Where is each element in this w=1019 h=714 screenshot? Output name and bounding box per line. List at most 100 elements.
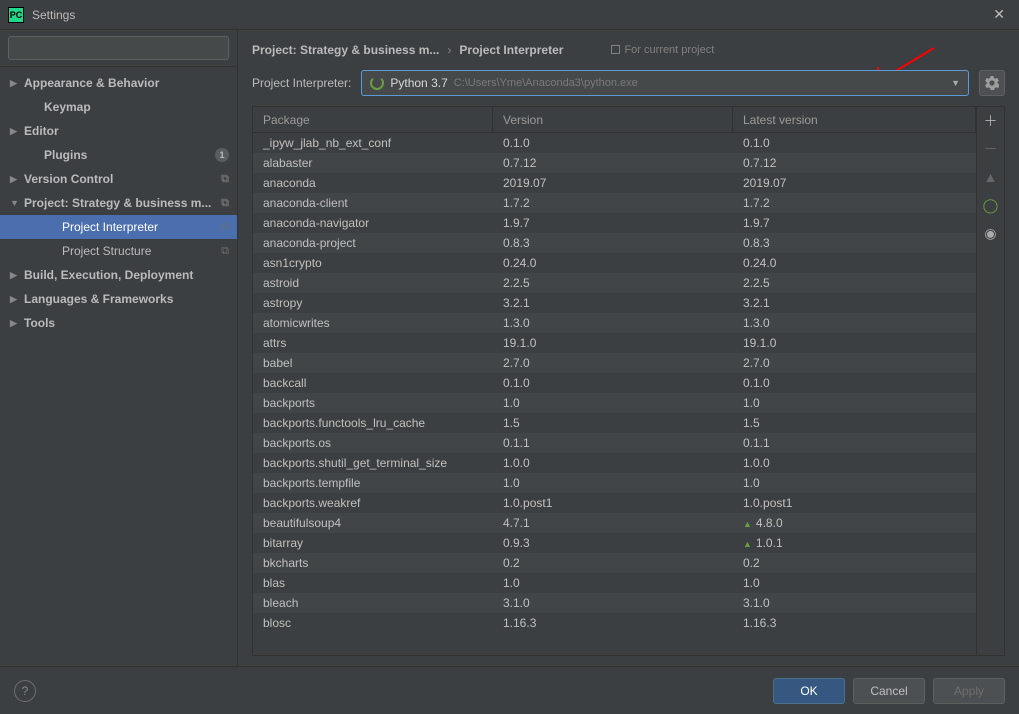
sidebar-item[interactable]: ▶Build, Execution, Deployment [0,263,237,287]
pkg-name: astroid [253,276,493,290]
scope-icon: ⧉ [221,245,229,258]
search-input[interactable] [8,36,229,60]
apply-button[interactable]: Apply [933,678,1005,704]
table-row[interactable]: backports.os0.1.10.1.1 [253,433,976,453]
sidebar-item-label: Tools [24,316,55,330]
sidebar-item[interactable]: ▶Editor [0,119,237,143]
breadcrumb-page: Project Interpreter [459,43,563,57]
scope-icon: ⧉ [221,173,229,186]
close-icon[interactable]: ✕ [987,6,1011,23]
breadcrumb: Project: Strategy & business m... › Proj… [238,30,1019,70]
pkg-version: 0.1.1 [493,436,733,450]
table-row[interactable]: backports1.01.0 [253,393,976,413]
pkg-latest: ▲1.0.1 [733,536,976,550]
table-row[interactable]: bitarray0.9.3▲1.0.1 [253,533,976,553]
refresh-icon[interactable]: ◯ [981,195,1001,215]
pkg-version: 1.0 [493,396,733,410]
packages-table: Package Version Latest version _ipyw_jla… [253,107,976,655]
tree-arrow-icon: ▶ [10,174,24,185]
add-package-button[interactable]: ＋ [981,111,1001,131]
scope-icon: ⧉ [221,197,229,210]
sidebar-item[interactable]: ▶Tools [0,311,237,335]
pkg-version: 4.7.1 [493,516,733,530]
packages-toolbar: ＋ － ▲ ◯ ◉ [976,107,1004,655]
scope-icon: ⧉ [221,221,229,234]
pkg-latest: 1.0.post1 [733,496,976,510]
table-row[interactable]: backcall0.1.00.1.0 [253,373,976,393]
pkg-version: 1.0 [493,476,733,490]
current-project-hint: For current project [611,44,714,56]
table-row[interactable]: bleach3.1.03.1.0 [253,593,976,613]
col-package[interactable]: Package [253,107,493,132]
sidebar-item[interactable]: Keymap [0,95,237,119]
sidebar-item-label: Appearance & Behavior [24,76,159,90]
remove-package-button[interactable]: － [981,139,1001,159]
pkg-name: anaconda-client [253,196,493,210]
pkg-name: backports [253,396,493,410]
pkg-latest: 0.1.1 [733,436,976,450]
gear-icon [985,76,999,90]
table-row[interactable]: asn1crypto0.24.00.24.0 [253,253,976,273]
badge: 1 [215,148,229,162]
breadcrumb-project[interactable]: Project: Strategy & business m... [252,43,439,57]
table-row[interactable]: astroid2.2.52.2.5 [253,273,976,293]
sidebar-item[interactable]: ▶Languages & Frameworks [0,287,237,311]
col-latest[interactable]: Latest version [733,107,976,132]
eye-icon[interactable]: ◉ [981,223,1001,243]
table-row[interactable]: attrs19.1.019.1.0 [253,333,976,353]
table-row[interactable]: anaconda2019.072019.07 [253,173,976,193]
table-row[interactable]: backports.tempfile1.01.0 [253,473,976,493]
table-row[interactable]: astropy3.2.13.2.1 [253,293,976,313]
pkg-version: 0.1.0 [493,136,733,150]
table-row[interactable]: backports.functools_lru_cache1.51.5 [253,413,976,433]
pkg-name: backports.weakref [253,496,493,510]
sidebar-item-label: Project: Strategy & business m... [24,196,211,210]
sidebar-item[interactable]: Plugins1 [0,143,237,167]
table-row[interactable]: backports.shutil_get_terminal_size1.0.01… [253,453,976,473]
interpreter-select[interactable]: Python 3.7 C:\Users\Yme\Anaconda3\python… [361,70,969,96]
table-row[interactable]: anaconda-project0.8.30.8.3 [253,233,976,253]
table-row[interactable]: beautifulsoup44.7.1▲4.8.0 [253,513,976,533]
table-body[interactable]: _ipyw_jlab_nb_ext_conf0.1.00.1.0alabaste… [253,133,976,655]
table-row[interactable]: blosc1.16.31.16.3 [253,613,976,633]
pkg-version: 1.3.0 [493,316,733,330]
pkg-name: astropy [253,296,493,310]
table-row[interactable]: anaconda-client1.7.21.7.2 [253,193,976,213]
pkg-name: backports.tempfile [253,476,493,490]
content-area: ▶Appearance & BehaviorKeymap▶EditorPlugi… [0,30,1019,666]
table-row[interactable]: anaconda-navigator1.9.71.9.7 [253,213,976,233]
pkg-name: _ipyw_jlab_nb_ext_conf [253,136,493,150]
interpreter-label: Project Interpreter: [252,76,351,90]
pkg-version: 1.0 [493,576,733,590]
sidebar-item[interactable]: ▶Version Control⧉ [0,167,237,191]
table-row[interactable]: blas1.01.0 [253,573,976,593]
pkg-name: blosc [253,616,493,630]
table-row[interactable]: atomicwrites1.3.01.3.0 [253,313,976,333]
table-row[interactable]: bkcharts0.20.2 [253,553,976,573]
ok-button[interactable]: OK [773,678,845,704]
upgrade-package-button[interactable]: ▲ [981,167,1001,187]
pkg-version: 0.24.0 [493,256,733,270]
pkg-version: 2019.07 [493,176,733,190]
gear-button[interactable] [979,70,1005,96]
pkg-version: 3.1.0 [493,596,733,610]
sidebar: ▶Appearance & BehaviorKeymap▶EditorPlugi… [0,30,238,666]
pkg-version: 2.7.0 [493,356,733,370]
table-row[interactable]: alabaster0.7.120.7.12 [253,153,976,173]
help-button[interactable]: ? [14,680,36,702]
sidebar-item[interactable]: ▶Appearance & Behavior [0,71,237,95]
table-row[interactable]: backports.weakref1.0.post11.0.post1 [253,493,976,513]
settings-window: PC Settings ✕ ▶Appearance & BehaviorKeym… [0,0,1019,714]
col-version[interactable]: Version [493,107,733,132]
pkg-latest: 1.5 [733,416,976,430]
table-row[interactable]: _ipyw_jlab_nb_ext_conf0.1.00.1.0 [253,133,976,153]
sidebar-item[interactable]: ▼Project: Strategy & business m...⧉ [0,191,237,215]
pkg-version: 2.2.5 [493,276,733,290]
table-row[interactable]: babel2.7.02.7.0 [253,353,976,373]
pkg-latest: 3.1.0 [733,596,976,610]
cancel-button[interactable]: Cancel [853,678,925,704]
sidebar-item[interactable]: Project Interpreter⧉ [0,215,237,239]
pkg-latest: 0.2 [733,556,976,570]
tree-arrow-icon: ▶ [10,318,24,329]
sidebar-item[interactable]: Project Structure⧉ [0,239,237,263]
